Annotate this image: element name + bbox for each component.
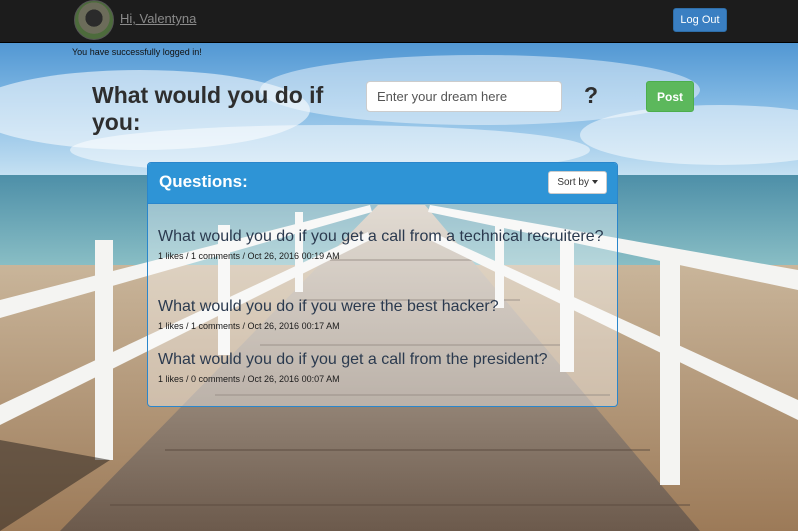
- question-title-link[interactable]: What would you do if you get a call from…: [158, 351, 607, 369]
- question-meta: 1 likes / 0 comments / Oct 26, 2016 00:0…: [158, 374, 340, 384]
- panel-title: Questions:: [159, 172, 248, 191]
- questions-panel: Questions: Sort by What would you do if …: [147, 162, 618, 407]
- login-success-message: You have successfully logged in!: [72, 47, 202, 57]
- sort-by-label: Sort by: [557, 177, 589, 188]
- list-item: What would you do if you get a call from…: [158, 228, 607, 261]
- question-title-link[interactable]: What would you do if you get a call from…: [158, 228, 607, 246]
- user-greeting-link[interactable]: Hi, Valentyna: [120, 11, 196, 26]
- questions-list: What would you do if you get a call from…: [148, 204, 617, 406]
- question-title-link[interactable]: What would you do if you were the best h…: [158, 298, 607, 316]
- navbar: Hi, Valentyna Log Out: [0, 0, 798, 43]
- post-button[interactable]: Post: [646, 81, 694, 112]
- avatar[interactable]: [74, 0, 114, 40]
- dream-input[interactable]: [366, 81, 562, 112]
- question-meta: 1 likes / 1 comments / Oct 26, 2016 00:1…: [158, 251, 340, 261]
- list-item: What would you do if you get a call from…: [158, 351, 607, 384]
- logout-button[interactable]: Log Out: [673, 8, 727, 32]
- question-meta: 1 likes / 1 comments / Oct 26, 2016 00:1…: [158, 321, 340, 331]
- sort-by-dropdown[interactable]: Sort by: [548, 171, 607, 194]
- question-mark-label: ?: [584, 82, 599, 108]
- caret-down-icon: [592, 180, 598, 185]
- prompt-heading: What would you do if you:: [92, 82, 324, 135]
- panel-heading: Questions: Sort by: [148, 163, 617, 204]
- list-item: What would you do if you were the best h…: [158, 298, 607, 331]
